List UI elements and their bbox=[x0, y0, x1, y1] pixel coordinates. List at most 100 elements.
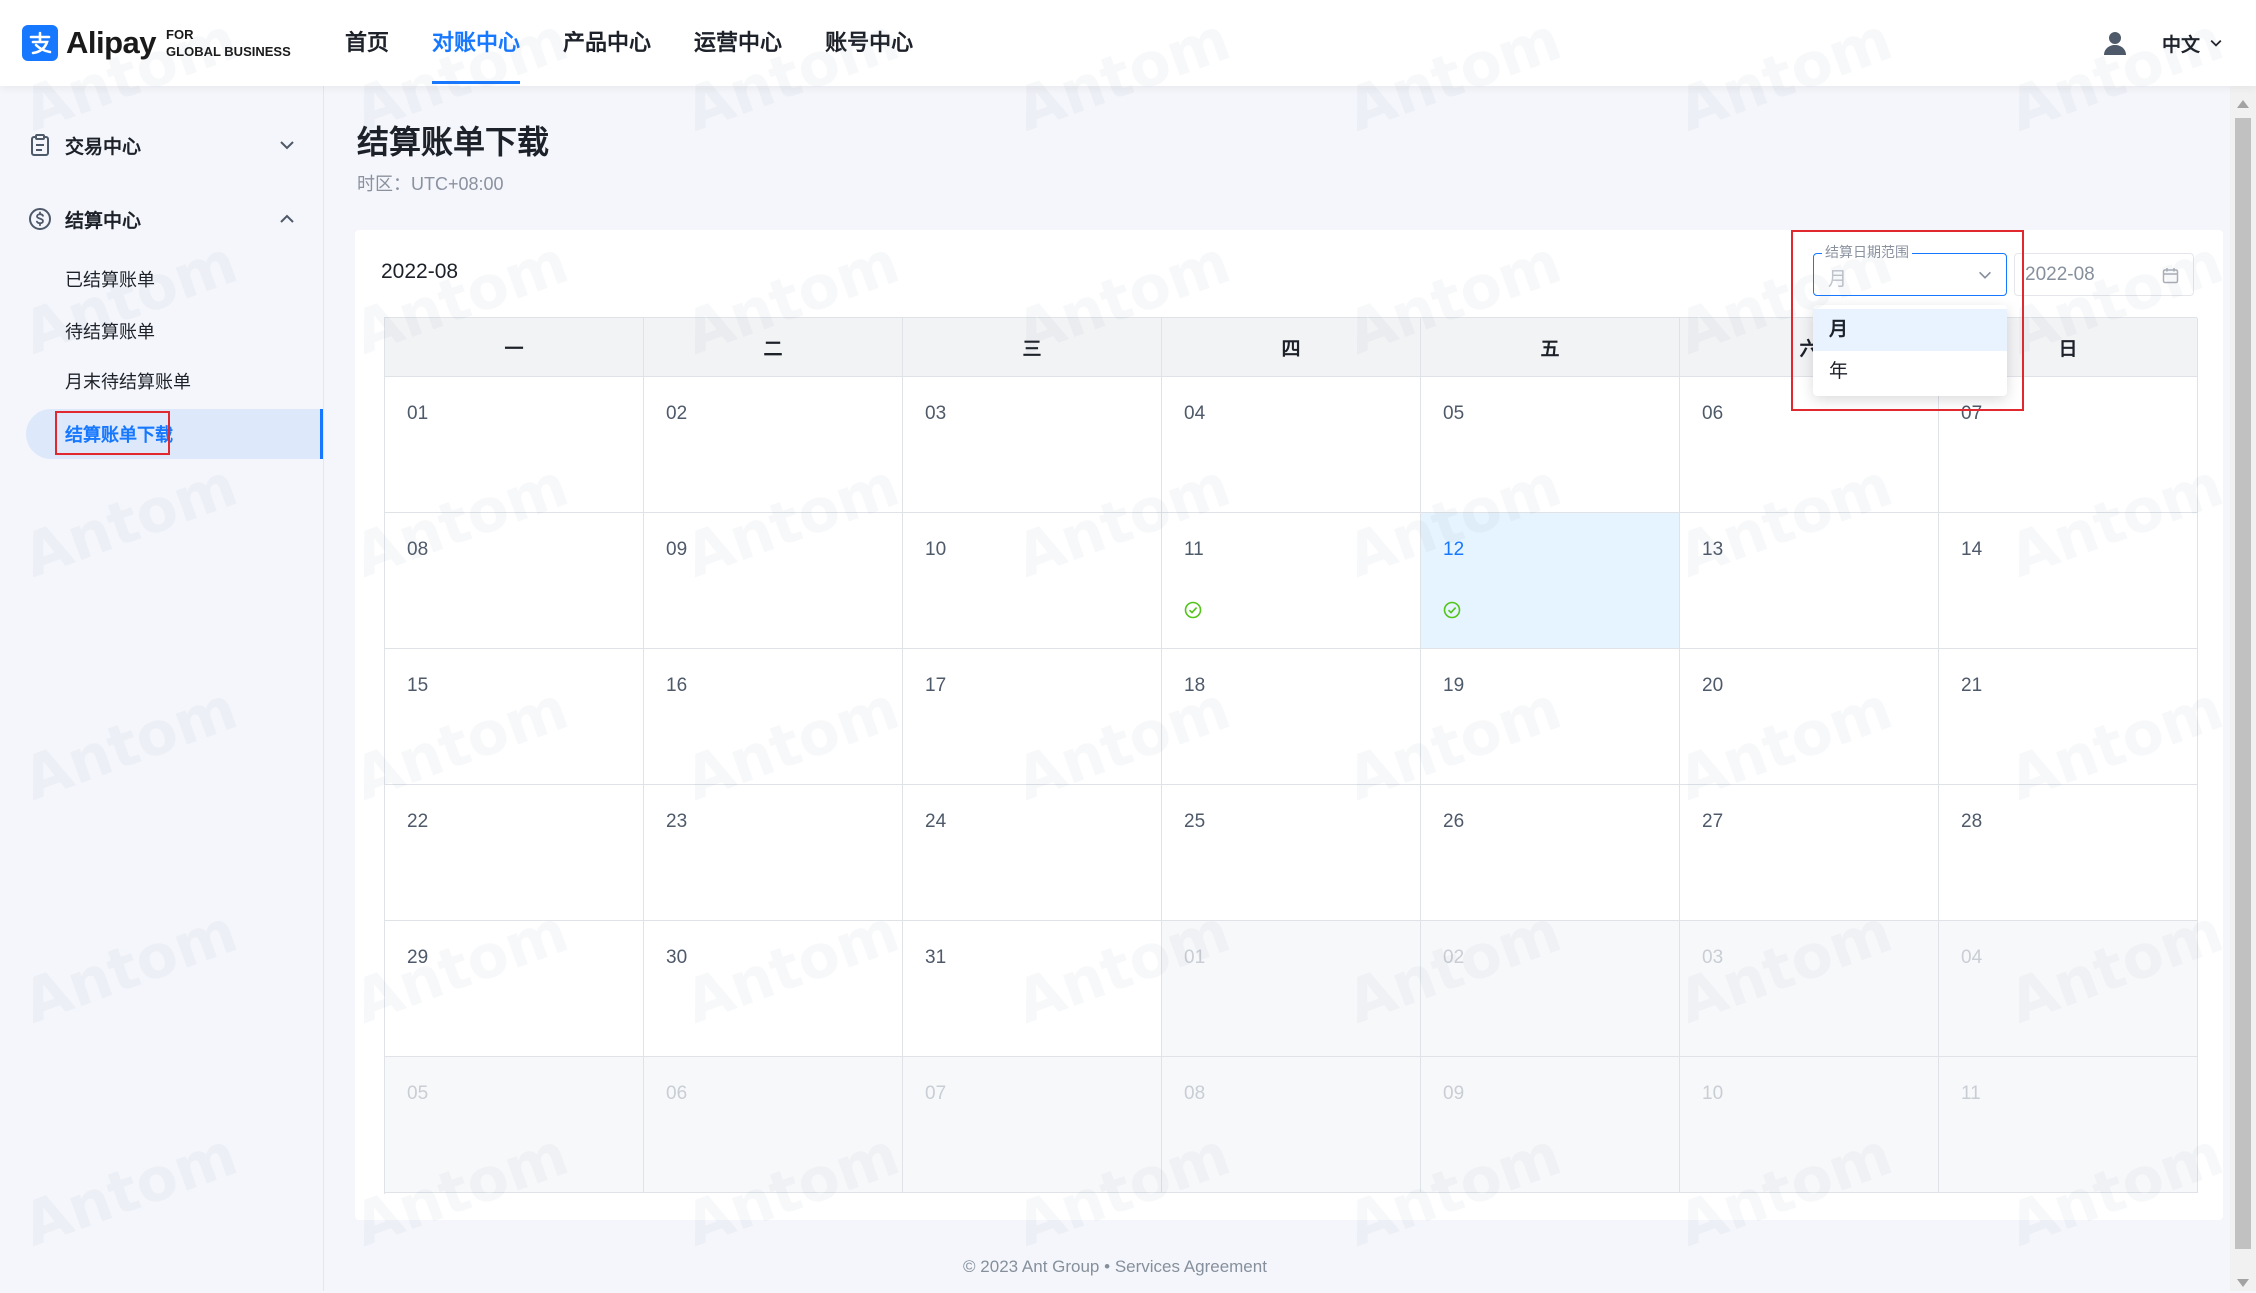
scroll-down-arrow-icon[interactable] bbox=[2236, 1275, 2250, 1287]
month-picker[interactable]: 2022-08 bbox=[2014, 253, 2194, 296]
sidebar-item-bill-download[interactable]: 结算账单下载 bbox=[26, 409, 323, 459]
nav-home[interactable]: 首页 bbox=[345, 0, 389, 86]
calendar-day-cell[interactable]: 23 bbox=[644, 785, 903, 921]
calendar-day-cell[interactable]: 12 bbox=[1421, 513, 1680, 649]
day-number: 20 bbox=[1702, 675, 1724, 696]
scroll-up-arrow-icon[interactable] bbox=[2236, 96, 2250, 108]
scrollbar-thumb[interactable] bbox=[2235, 118, 2251, 1249]
calendar-day-cell[interactable]: 05 bbox=[1421, 377, 1680, 513]
language-switcher[interactable]: 中文 bbox=[2162, 30, 2224, 56]
calendar-day-cell[interactable]: 04 bbox=[1939, 921, 2198, 1057]
footer-copyright: © 2023 Ant Group bbox=[963, 1257, 1100, 1276]
day-number: 26 bbox=[1443, 811, 1465, 832]
calendar-day-cell[interactable]: 03 bbox=[903, 377, 1162, 513]
dropdown-option-month[interactable]: 月 bbox=[1813, 309, 2007, 351]
select-label: 结算日期范围 bbox=[1822, 244, 1912, 260]
logo-brand-text: Alipay bbox=[66, 25, 157, 60]
sidebar-item-settled-bills[interactable]: 已结算账单 bbox=[0, 257, 323, 301]
nav-operations-center[interactable]: 运营中心 bbox=[694, 0, 782, 86]
chevron-down-icon bbox=[1976, 266, 1994, 284]
calendar-day-cell[interactable]: 29 bbox=[385, 921, 644, 1057]
day-number: 11 bbox=[1961, 1083, 1981, 1104]
day-number: 05 bbox=[407, 1083, 429, 1104]
day-number: 05 bbox=[1443, 403, 1465, 424]
calendar-day-cell[interactable]: 17 bbox=[903, 649, 1162, 785]
weekday-header: 二 bbox=[644, 318, 903, 377]
settlement-range-select[interactable]: 结算日期范围 月 bbox=[1813, 244, 2007, 296]
calendar-day-cell[interactable]: 02 bbox=[644, 377, 903, 513]
page-title: 结算账单下载 bbox=[357, 124, 550, 160]
nav-reconciliation-center[interactable]: 对账中心 bbox=[432, 0, 521, 86]
weekday-header: 四 bbox=[1162, 318, 1421, 377]
calendar-day-cell[interactable]: 13 bbox=[1680, 513, 1939, 649]
calendar-day-cell[interactable]: 31 bbox=[903, 921, 1162, 1057]
day-number: 03 bbox=[925, 403, 947, 424]
calendar-day-cell[interactable]: 11 bbox=[1939, 1057, 2198, 1193]
calendar-day-cell[interactable]: 22 bbox=[385, 785, 644, 921]
calendar-day-cell[interactable]: 08 bbox=[385, 513, 644, 649]
calendar-day-cell[interactable]: 25 bbox=[1162, 785, 1421, 921]
day-number: 01 bbox=[407, 403, 429, 424]
dropdown-option-year[interactable]: 年 bbox=[1813, 351, 2007, 393]
day-number: 09 bbox=[1443, 1083, 1465, 1104]
month-picker-value: 2022-08 bbox=[2025, 264, 2095, 285]
day-number: 23 bbox=[666, 811, 688, 832]
calendar-day-cell[interactable]: 28 bbox=[1939, 785, 2198, 921]
calendar-day-cell[interactable]: 01 bbox=[385, 377, 644, 513]
day-number: 06 bbox=[1702, 403, 1724, 424]
day-number: 17 bbox=[925, 675, 947, 696]
calendar-day-cell[interactable]: 20 bbox=[1680, 649, 1939, 785]
sidebar-group-settlement[interactable]: 结算中心 bbox=[0, 197, 323, 241]
dollar-circle-icon bbox=[28, 207, 52, 231]
clipboard-icon bbox=[28, 133, 52, 157]
language-label: 中文 bbox=[2162, 34, 2201, 56]
calendar-month-label: 2022-08 bbox=[381, 260, 459, 283]
main-nav: 首页 对账中心 产品中心 运营中心 账号中心 bbox=[345, 0, 956, 86]
calendar-day-cell[interactable]: 11 bbox=[1162, 513, 1421, 649]
calendar-day-cell[interactable]: 06 bbox=[1680, 377, 1939, 513]
calendar-day-cell[interactable]: 16 bbox=[644, 649, 903, 785]
calendar-day-cell[interactable]: 27 bbox=[1680, 785, 1939, 921]
user-avatar-icon[interactable] bbox=[2102, 30, 2128, 56]
calendar-day-cell[interactable]: 05 bbox=[385, 1057, 644, 1193]
calendar-day-cell[interactable]: 21 bbox=[1939, 649, 2198, 785]
calendar-day-cell[interactable]: 10 bbox=[903, 513, 1162, 649]
vertical-scrollbar[interactable] bbox=[2230, 86, 2256, 1291]
calendar-grid: 一二三四五六日 01 02 03 04 05 06 07 08 09 10 11 12 13 14 15 16 1… bbox=[384, 317, 2198, 1194]
calendar-day-cell[interactable]: 09 bbox=[644, 513, 903, 649]
sidebar-item-month-end-pending-bills[interactable]: 月末待结算账单 bbox=[0, 359, 323, 403]
day-number: 01 bbox=[1184, 947, 1206, 968]
day-number: 16 bbox=[666, 675, 688, 696]
calendar-day-cell[interactable]: 10 bbox=[1680, 1057, 1939, 1193]
calendar-day-cell[interactable]: 18 bbox=[1162, 649, 1421, 785]
check-circle-icon bbox=[1184, 601, 1202, 619]
calendar-day-cell[interactable]: 14 bbox=[1939, 513, 2198, 649]
calendar-day-cell[interactable]: 03 bbox=[1680, 921, 1939, 1057]
day-number: 28 bbox=[1961, 811, 1983, 832]
calendar-day-cell[interactable]: 07 bbox=[903, 1057, 1162, 1193]
services-agreement-link[interactable]: Services Agreement bbox=[1115, 1257, 1267, 1276]
calendar-day-cell[interactable]: 15 bbox=[385, 649, 644, 785]
page-footer: © 2023 Ant Group • Services Agreement bbox=[0, 1257, 2230, 1277]
calendar-day-cell[interactable]: 08 bbox=[1162, 1057, 1421, 1193]
nav-account-center[interactable]: 账号中心 bbox=[825, 0, 913, 86]
day-number: 14 bbox=[1961, 539, 1983, 560]
logo-subtitle: FOR GLOBAL BUSINESS bbox=[166, 26, 291, 60]
calendar-day-cell[interactable]: 19 bbox=[1421, 649, 1680, 785]
sidebar: 交易中心 结算中心 已结算账单 待结算账单 月末待结算账单 结算账单下载 bbox=[0, 86, 324, 1291]
calendar-day-cell[interactable]: 26 bbox=[1421, 785, 1680, 921]
calendar-day-cell[interactable]: 01 bbox=[1162, 921, 1421, 1057]
calendar-day-cell[interactable]: 09 bbox=[1421, 1057, 1680, 1193]
sidebar-item-pending-bills[interactable]: 待结算账单 bbox=[0, 309, 323, 353]
calendar-day-cell[interactable]: 24 bbox=[903, 785, 1162, 921]
calendar-day-cell[interactable]: 07 bbox=[1939, 377, 2198, 513]
calendar-day-cell[interactable]: 30 bbox=[644, 921, 903, 1057]
calendar-day-cell[interactable]: 04 bbox=[1162, 377, 1421, 513]
calendar-day-cell[interactable]: 02 bbox=[1421, 921, 1680, 1057]
alipay-logo[interactable]: Alipay FOR GLOBAL BUSINESS bbox=[22, 24, 291, 62]
sidebar-group-transactions[interactable]: 交易中心 bbox=[0, 123, 323, 167]
day-number: 25 bbox=[1184, 811, 1206, 832]
logo-sub-line2: GLOBAL BUSINESS bbox=[166, 44, 291, 59]
nav-product-center[interactable]: 产品中心 bbox=[563, 0, 651, 86]
calendar-day-cell[interactable]: 06 bbox=[644, 1057, 903, 1193]
